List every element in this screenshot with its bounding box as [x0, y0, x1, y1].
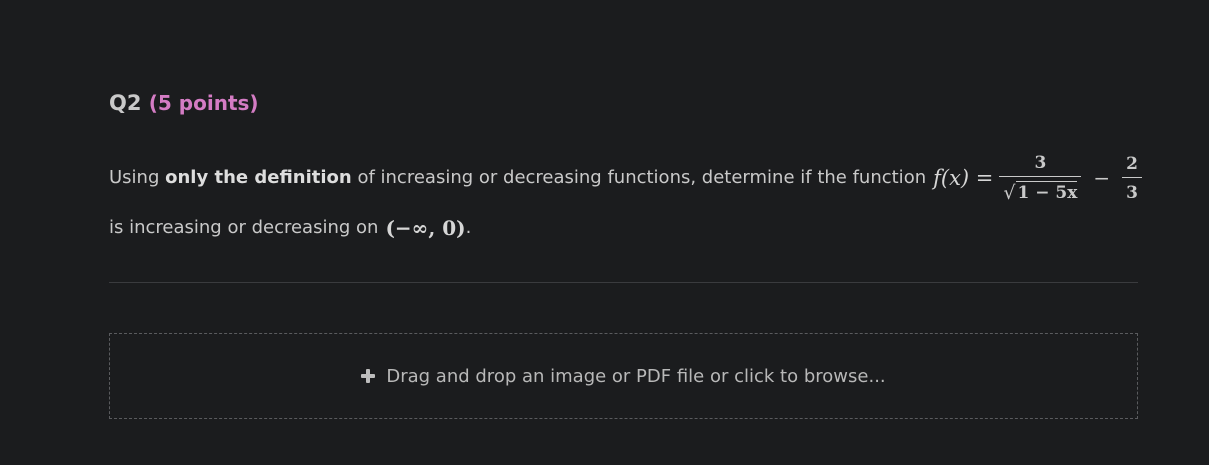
fraction2-denominator: 3	[1122, 176, 1142, 204]
fraction2-numerator: 2	[1126, 153, 1138, 174]
section-divider	[109, 282, 1138, 283]
question-text: Using only the definition of increasing …	[109, 153, 1142, 242]
bold-text: only the definition	[165, 167, 352, 188]
sqrt-radicand: 1 − 5x	[1015, 180, 1078, 203]
question-line-2: is increasing or decreasing on (−∞, 0) .	[109, 214, 1138, 242]
plus-icon	[361, 369, 376, 383]
question-line-1: Using only the definition of increasing …	[109, 153, 1142, 204]
fraction1-denominator: √ 1 − 5x	[999, 175, 1082, 205]
period: .	[465, 217, 472, 238]
interval: (−∞, 0)	[385, 216, 466, 240]
minus-sign: −	[1093, 166, 1111, 190]
line2-text: is increasing or decreasing on	[109, 217, 379, 238]
sqrt-expression: √ 1 − 5x	[1003, 180, 1078, 204]
sqrt-icon: √	[1003, 181, 1016, 204]
question-block: Q2 (5 points) Using only the definition …	[109, 86, 1142, 242]
fraction-2-over-3: 2 3	[1122, 153, 1142, 204]
dropzone-label: Drag and drop an image or PDF file or cl…	[386, 365, 886, 387]
text-before-bold: Using	[109, 167, 166, 188]
question-number: Q2	[109, 91, 142, 115]
question-header: Q2 (5 points)	[109, 86, 1138, 120]
file-dropzone[interactable]: Drag and drop an image or PDF file or cl…	[109, 333, 1138, 419]
fraction-3-over-sqrt: 3 √ 1 − 5x	[999, 152, 1082, 205]
question-points: (5 points)	[148, 91, 259, 115]
text-after-bold: of increasing or decreasing functions, d…	[351, 167, 927, 188]
function-lhs: f(x) =	[933, 166, 994, 190]
fraction1-numerator: 3	[1034, 152, 1047, 173]
